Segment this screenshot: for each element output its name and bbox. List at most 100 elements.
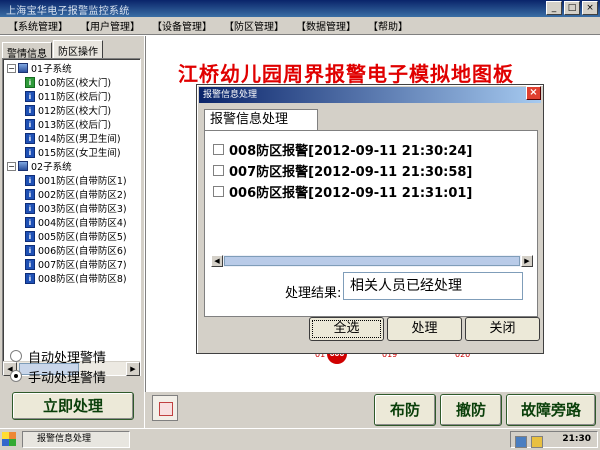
- tree-zone-node[interactable]: i 006防区(自带防区6): [3, 243, 140, 257]
- tree-node-label: 012防区(校大门): [38, 106, 112, 117]
- alarm-item[interactable]: 006防区报警[2012-09-11 21:31:01]: [213, 181, 472, 202]
- checkbox-icon[interactable]: [213, 165, 224, 176]
- dialog-title: 报警信息处理: [199, 87, 541, 103]
- tree-node-label: 005防区(自带防区5): [38, 232, 127, 243]
- zone-icon: i: [25, 258, 35, 270]
- process-now-button[interactable]: 立即处理: [12, 392, 134, 420]
- radio-manual-process[interactable]: 手动处理警情: [10, 366, 106, 386]
- arm-button[interactable]: 布防: [374, 394, 436, 426]
- process-button[interactable]: 处理: [387, 317, 462, 341]
- taskbar-item[interactable]: 报警信息处理: [22, 431, 130, 448]
- tree-node-label: 013防区(校后门): [38, 120, 112, 131]
- maximize-button[interactable]: □: [564, 1, 580, 15]
- alarm-item-label: 008防区报警[2012-09-11 21:30:24]: [229, 144, 473, 159]
- zone-icon: i: [25, 230, 35, 242]
- alarm-item-label: 006防区报警[2012-09-11 21:31:01]: [229, 186, 473, 201]
- zone-icon: i: [25, 132, 35, 144]
- tree-zone-node[interactable]: i 005防区(自带防区5): [3, 229, 140, 243]
- tree-zone-node[interactable]: i 008防区(自带防区8): [3, 271, 140, 285]
- system-icon: [18, 63, 28, 73]
- tree-zone-node[interactable]: i 004防区(自带防区4): [3, 215, 140, 229]
- checkbox-icon[interactable]: [213, 186, 224, 197]
- radio-auto-label: 自动处理警情: [28, 350, 107, 366]
- tree-zone-node[interactable]: i 010防区(校大门): [3, 75, 140, 89]
- scroll-right-icon[interactable]: ▶: [521, 255, 533, 267]
- tree-zone-node[interactable]: i 003防区(自带防区3): [3, 201, 140, 215]
- tree-node-label: 010防区(校大门): [38, 78, 112, 89]
- tree-node-label: 011防区(校后门): [38, 92, 112, 103]
- scroll-left-icon[interactable]: ◀: [211, 255, 223, 267]
- tree-zone-node[interactable]: i 014防区(男卫生间): [3, 131, 140, 145]
- tab-zone-ops[interactable]: 防区操作: [53, 40, 103, 58]
- zone-icon: i: [25, 188, 35, 200]
- alarm-processing-dialog: 报警信息处理 × 报警信息处理 008防区报警[2012-09-11 21:30…: [196, 84, 544, 354]
- tree-node-label: 008防区(自带防区8): [38, 274, 127, 285]
- tree-node-label: 007防区(自带防区7): [38, 260, 127, 271]
- scroll-right-icon[interactable]: ▶: [126, 362, 140, 376]
- collapse-icon[interactable]: −: [7, 63, 16, 73]
- menu-zones[interactable]: 【防区管理】: [218, 18, 290, 33]
- menu-data[interactable]: 【数据管理】: [290, 18, 362, 33]
- alarm-item[interactable]: 008防区报警[2012-09-11 21:30:24]: [213, 139, 472, 160]
- disarm-button[interactable]: 撤防: [440, 394, 502, 426]
- taskbar: 报警信息处理 21:30: [0, 428, 600, 450]
- menu-users[interactable]: 【用户管理】: [74, 18, 146, 33]
- result-label: 处理结果:: [285, 286, 342, 301]
- clock: 21:30: [562, 434, 591, 444]
- system-tray: 21:30: [510, 431, 598, 448]
- tree-zone-node[interactable]: i 015防区(女卫生间): [3, 145, 140, 159]
- close-dialog-button[interactable]: 关闭: [465, 317, 540, 341]
- dialog-close-icon[interactable]: ×: [526, 86, 541, 100]
- left-panel: 警情信息 防区操作 −01子系统 i 010防区(校大门) i 011防区(校后门) i 0…: [0, 36, 144, 428]
- tree-node-label: 001防区(自带防区1): [38, 176, 127, 187]
- tree-zone-node[interactable]: i 002防区(自带防区2): [3, 187, 140, 201]
- start-icon[interactable]: [2, 432, 16, 446]
- alarm-item[interactable]: 007防区报警[2012-09-11 21:30:58]: [213, 160, 472, 181]
- collapse-icon[interactable]: −: [7, 161, 16, 171]
- title-bar: 上海宝华电子报警监控系统 _ □ ×: [0, 0, 600, 17]
- tree-zone-node[interactable]: i 011防区(校后门): [3, 89, 140, 103]
- zone-icon: i: [25, 174, 35, 186]
- dialog-tab[interactable]: 报警信息处理: [204, 109, 318, 131]
- radio-auto-process[interactable]: 自动处理警情: [10, 346, 106, 366]
- zone-icon: i: [25, 118, 35, 130]
- map-title: 江桥幼儿园周界报警电子模拟地图板: [178, 62, 514, 86]
- tree-node-label: 002防区(自带防区2): [38, 190, 127, 201]
- radio-auto-icon[interactable]: [10, 350, 22, 362]
- network-icon[interactable]: [515, 436, 527, 448]
- tree-node-label: 004防区(自带防区4): [38, 218, 127, 229]
- alarm-list-scrollbar[interactable]: ◀ ▶: [211, 255, 533, 267]
- menu-help[interactable]: 【帮助】: [362, 18, 414, 33]
- result-input[interactable]: 相关人员已经处理: [343, 272, 523, 300]
- menu-bar: 【系统管理】 【用户管理】 【设备管理】 【防区管理】 【数据管理】 【帮助】: [0, 17, 600, 35]
- tree-node-label: 003防区(自带防区3): [38, 204, 127, 215]
- checkbox-icon[interactable]: [213, 144, 224, 155]
- menu-system[interactable]: 【系统管理】: [2, 18, 74, 33]
- tab-alarm-info[interactable]: 警情信息: [2, 42, 52, 60]
- tree-node-label: 01子系统: [31, 64, 72, 75]
- close-button[interactable]: ×: [582, 1, 598, 15]
- taskbar-item-label: 报警信息处理: [37, 434, 92, 444]
- fault-bypass-button[interactable]: 故障旁路: [506, 394, 596, 426]
- tree-zone-node[interactable]: i 013防区(校后门): [3, 117, 140, 131]
- tree-zone-node[interactable]: i 001防区(自带防区1): [3, 173, 140, 187]
- tree-node-label: 02子系统: [31, 162, 72, 173]
- tree-zone-node[interactable]: i 007防区(自带防区7): [3, 257, 140, 271]
- minimize-button[interactable]: _: [546, 1, 562, 15]
- zone-icon: i: [25, 272, 35, 284]
- alarm-list: 008防区报警[2012-09-11 21:30:24] 007防区报警[201…: [213, 139, 472, 202]
- volume-icon[interactable]: [531, 436, 543, 448]
- scroll-thumb[interactable]: [224, 256, 520, 266]
- menu-devices[interactable]: 【设备管理】: [146, 18, 218, 33]
- zone-icon: i: [25, 202, 35, 214]
- tree-node-label: 015防区(女卫生间): [38, 148, 121, 159]
- tree-system-node[interactable]: − 02子系统: [3, 159, 140, 173]
- radio-manual-icon[interactable]: [10, 370, 22, 382]
- zone-tree: −01子系统 i 010防区(校大门) i 011防区(校后门) i 012防区(校大门) i…: [3, 59, 140, 361]
- tree-node-label: 014防区(男卫生间): [38, 134, 121, 145]
- system-icon: [18, 161, 28, 171]
- tree-system-node[interactable]: − 01子系统: [3, 61, 140, 75]
- select-all-button[interactable]: 全选: [309, 317, 384, 341]
- tree-zone-node[interactable]: i 012防区(校大门): [3, 103, 140, 117]
- map-thumbnail[interactable]: [152, 395, 178, 421]
